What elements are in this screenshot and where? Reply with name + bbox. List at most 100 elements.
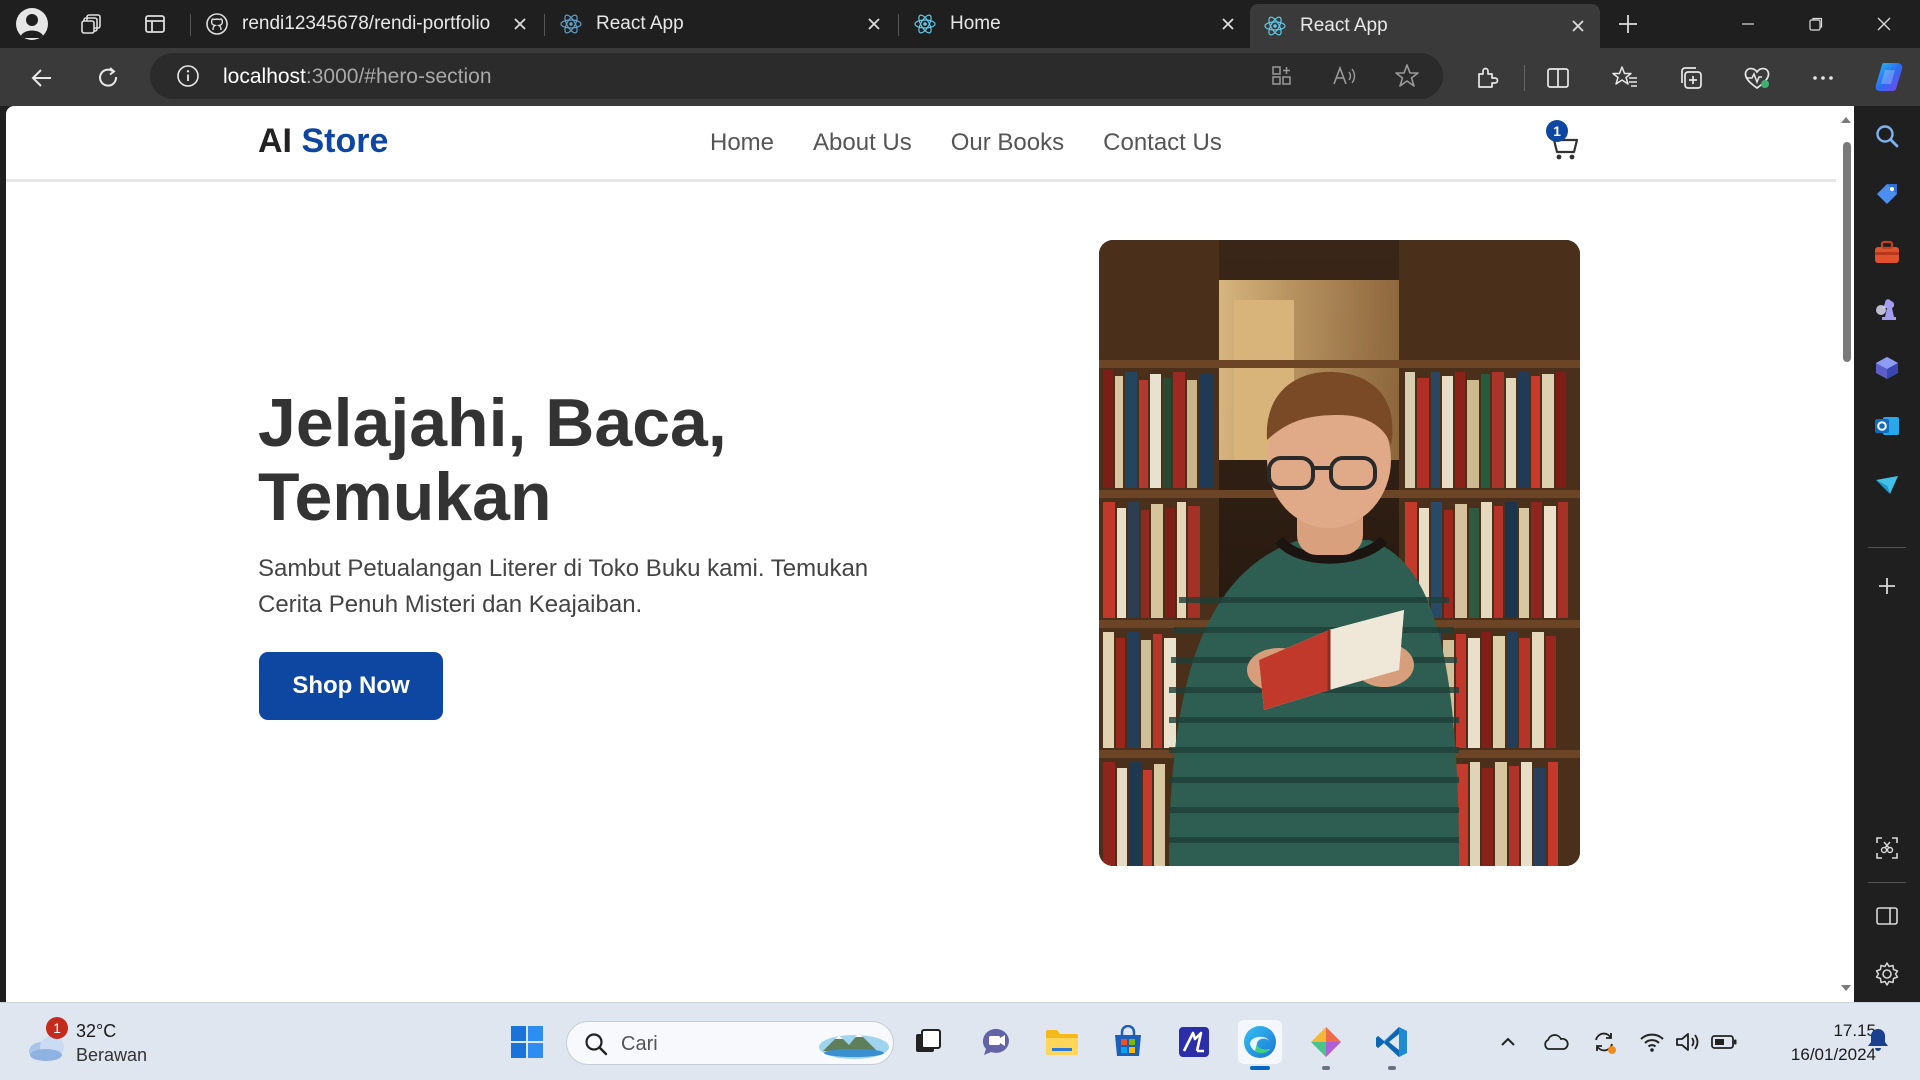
taskbar-search-box[interactable]: Cari [566,1021,894,1065]
show-hidden-icons-button[interactable] [1494,1029,1522,1055]
back-button[interactable] [25,61,59,95]
tab-actions-icon [145,15,165,33]
sidebar-separator [1868,547,1906,548]
tab-title: React App [1300,15,1388,36]
taskbar-file-explorer[interactable] [1040,1020,1084,1064]
running-app-indicator [1388,1066,1396,1070]
page-scrollbar[interactable] [1838,112,1854,996]
active-app-indicator [1250,1066,1270,1070]
tab-home[interactable]: Home [900,6,1250,42]
app-available-icon[interactable] [1270,64,1294,93]
shop-now-button[interactable]: Shop Now [259,652,443,720]
toolbar-separator [1524,65,1525,91]
copilot-button[interactable] [1870,58,1908,96]
taskbar-app-editor[interactable] [1172,1020,1216,1064]
wifi-tray-icon[interactable] [1638,1029,1666,1055]
plus-icon [1879,578,1895,594]
sync-tray-icon[interactable] [1590,1029,1618,1055]
scroll-up-arrow-icon[interactable] [1838,112,1854,128]
diamond-app-icon [1311,1027,1341,1057]
close-tab-icon[interactable] [1566,14,1590,38]
sidebar-outlook-button[interactable] [1871,410,1903,442]
search-highlight-mountain-icon [819,1033,889,1059]
close-tab-icon[interactable] [1216,12,1240,36]
taskbar-edge[interactable] [1238,1020,1282,1070]
sidebar-hide-button[interactable] [1871,900,1903,932]
close-window-button[interactable] [1850,0,1918,48]
favorites-button[interactable] [1608,61,1642,95]
address-bar[interactable]: localhost:3000/#hero-section [150,53,1443,99]
hero-image [1099,240,1580,866]
taskbar-app-diamond[interactable] [1304,1020,1348,1070]
favorite-star-icon[interactable] [1394,63,1420,94]
close-tab-icon[interactable] [862,12,886,36]
windows-taskbar: 1 32°C Berawan Cari 17.15 16/01/2024 [0,1002,1920,1080]
close-tab-icon[interactable] [508,12,532,36]
more-dots-icon [1813,76,1833,80]
refresh-button[interactable] [91,61,125,95]
shopping-tag-icon [1877,184,1897,204]
sidebar-search-button[interactable] [1871,120,1903,152]
weather-widget[interactable]: 1 32°C Berawan [0,1003,160,1080]
copilot-icon [1875,63,1903,91]
settings-more-button[interactable] [1806,61,1840,95]
pen-editor-icon [1179,1027,1209,1057]
sidebar-drop-button[interactable] [1871,468,1903,500]
taskbar-chat[interactable] [974,1020,1018,1064]
taskbar-microsoft-store[interactable] [1106,1020,1150,1064]
sidebar-tools-button[interactable] [1871,236,1903,268]
site-navbar: AI Store Home About Us Our Books Contact… [6,106,1836,182]
nav-link-contact-us[interactable]: Contact Us [1103,129,1222,157]
read-aloud-icon[interactable] [1332,64,1358,93]
sidebar-microsoft365-button[interactable] [1871,352,1903,384]
tab-title: rendi12345678/rendi-portfolio [242,13,491,34]
task-view-icon [916,1029,941,1052]
react-icon [1264,15,1286,37]
notification-center-button[interactable] [1864,1027,1892,1053]
site-logo[interactable]: AI Store [258,122,388,161]
cart-button[interactable]: 1 [1542,120,1582,164]
profile-button[interactable] [16,8,48,40]
tab-react-app-active[interactable]: React App [1250,4,1600,48]
vertical-tabs-button[interactable] [139,8,171,40]
collections-button[interactable] [1674,61,1708,95]
browser-essentials-button[interactable] [1740,61,1774,95]
site-info-icon[interactable] [176,64,200,93]
clock-date: 16/01/2024 [1790,1045,1876,1064]
hero-title: Jelajahi, Baca, Temukan [258,385,727,535]
workspaces-button[interactable] [76,8,108,40]
sidebar-add-button[interactable] [1871,570,1903,602]
restore-button[interactable] [1782,0,1850,48]
url-text[interactable]: localhost:3000/#hero-section [223,65,492,89]
taskbar-vscode[interactable] [1370,1020,1414,1070]
weather-temperature: 32°C [76,1021,117,1041]
split-screen-button[interactable] [1541,61,1575,95]
bookstore-reader-illustration [1099,240,1580,866]
heart-pulse-icon [1744,67,1770,90]
scrollbar-thumb[interactable] [1843,142,1851,362]
volume-tray-icon[interactable] [1674,1029,1702,1055]
nav-link-home[interactable]: Home [710,129,774,157]
start-button[interactable] [505,1020,549,1064]
sidebar-games-button[interactable] [1871,294,1903,326]
teams-chat-icon [982,1028,1009,1055]
tab-separator [898,14,899,36]
sidebar-shopping-button[interactable] [1871,178,1903,210]
sidebar-screenshot-button[interactable] [1871,832,1903,864]
new-tab-button[interactable] [1612,8,1644,40]
extensions-button[interactable] [1470,61,1504,95]
tab-github[interactable]: rendi12345678/rendi-portfolio [192,6,542,42]
scroll-down-arrow-icon[interactable] [1838,980,1854,996]
battery-tray-icon[interactable] [1710,1029,1738,1055]
taskbar-task-view[interactable] [906,1020,950,1064]
onedrive-tray-icon[interactable] [1542,1029,1570,1055]
nav-link-our-books[interactable]: Our Books [951,129,1064,157]
outlook-icon [1875,417,1899,435]
minimize-button[interactable] [1714,0,1782,48]
folder-icon [1046,1030,1078,1055]
tab-react-app-1[interactable]: React App [546,6,896,42]
sidebar-settings-button[interactable] [1871,958,1903,990]
back-arrow-icon [31,69,51,87]
nav-link-about-us[interactable]: About Us [813,129,912,157]
page-viewport: AI Store Home About Us Our Books Contact… [6,106,1854,1002]
